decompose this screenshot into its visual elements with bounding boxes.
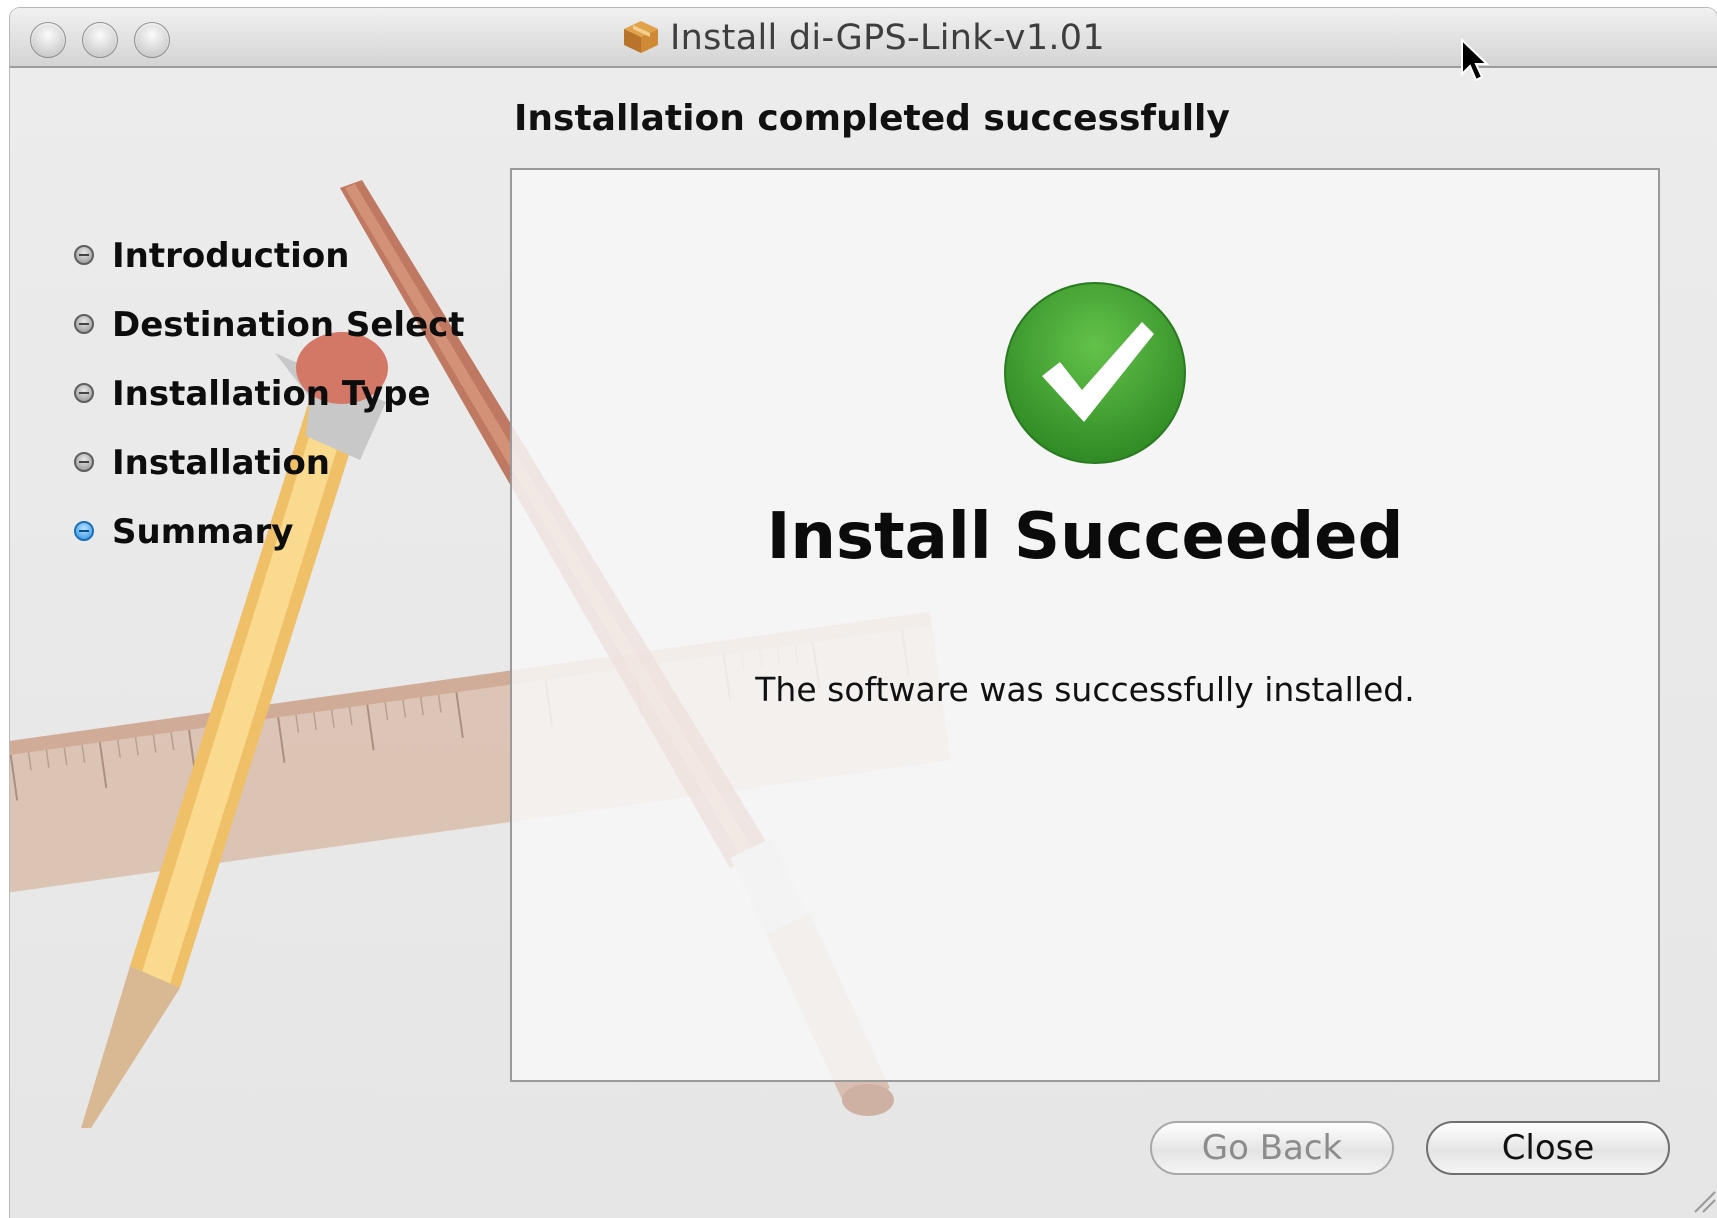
- page-heading: Installation completed successfully: [514, 98, 1230, 139]
- window-title: Install di-GPS-Link-v1.01: [670, 18, 1105, 58]
- mouse-pointer-icon: [1460, 37, 1490, 88]
- step-summary: Summary: [72, 512, 465, 581]
- installer-window: Install di-GPS-Link-v1.01 Installation c…: [10, 8, 1717, 1218]
- step-destination-select: Destination Select: [72, 305, 465, 374]
- summary-panel: Install Succeeded The software was succe…: [510, 168, 1660, 1082]
- active-step-bullet-icon: [74, 521, 94, 541]
- status-message: The software was successfully installed.: [755, 670, 1415, 709]
- step-bullet-icon: [74, 245, 94, 265]
- step-label: Installation: [112, 443, 331, 483]
- step-installation-type: Installation Type: [72, 374, 465, 443]
- resize-grip-icon[interactable]: [1687, 1184, 1717, 1218]
- step-label: Summary: [112, 512, 294, 552]
- go-back-button[interactable]: Go Back: [1150, 1121, 1394, 1175]
- status-title: Install Succeeded: [766, 500, 1404, 574]
- step-introduction: Introduction: [72, 236, 465, 305]
- package-icon: [622, 19, 660, 64]
- step-bullet-icon: [74, 314, 94, 334]
- close-button[interactable]: Close: [1426, 1121, 1670, 1175]
- installer-steps: Introduction Destination Select Installa…: [72, 236, 465, 581]
- step-bullet-icon: [74, 383, 94, 403]
- step-label: Installation Type: [112, 374, 431, 414]
- step-label: Introduction: [112, 236, 350, 276]
- step-installation: Installation: [72, 443, 465, 512]
- step-bullet-icon: [74, 452, 94, 472]
- checkmark-icon: [1002, 280, 1188, 470]
- step-label: Destination Select: [112, 305, 465, 345]
